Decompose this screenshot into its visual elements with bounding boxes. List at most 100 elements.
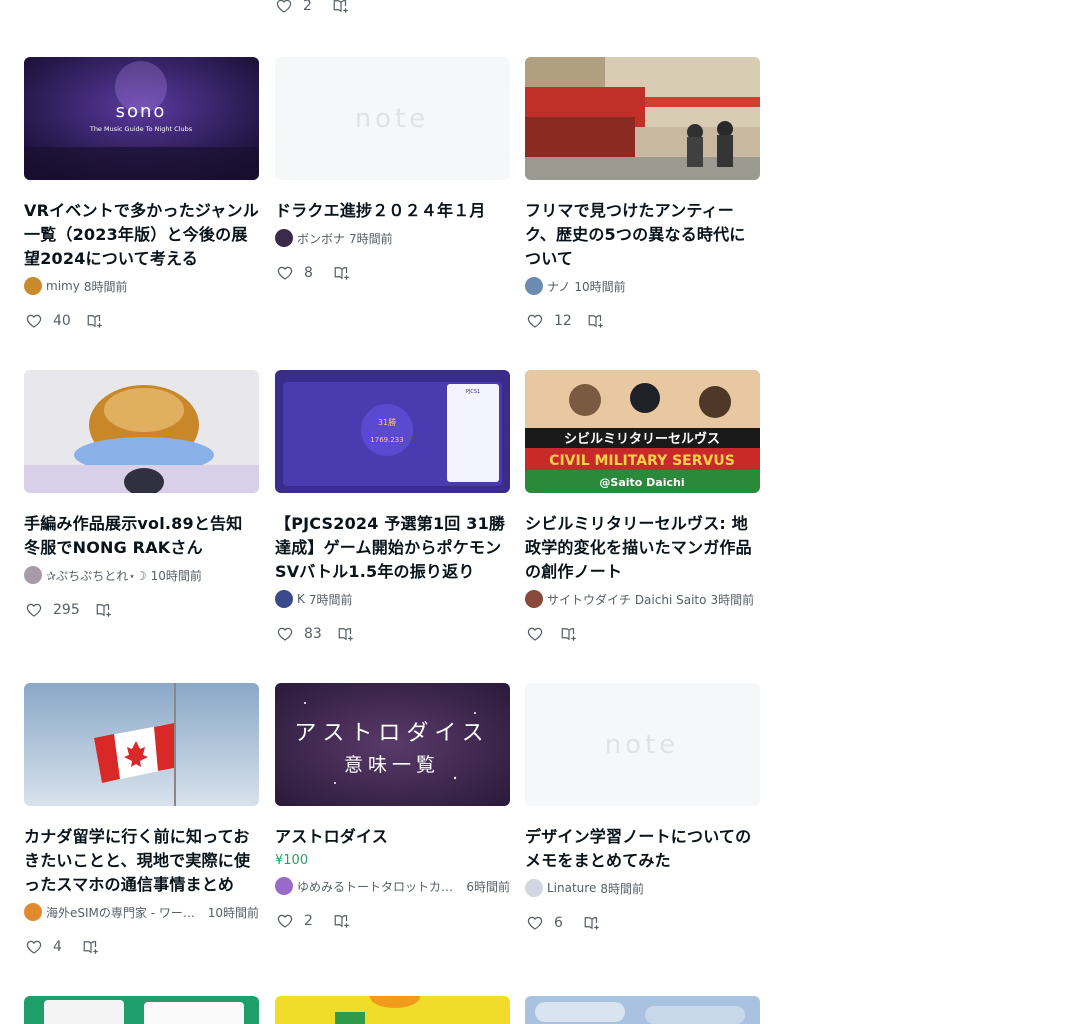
article-card[interactable]: アストロダイス 意味一覧 アストロダイス ¥100 ゆめみるトートタロットカード…	[275, 683, 510, 931]
save-to-magazine-button[interactable]	[81, 937, 101, 957]
author-name[interactable]: ボンボナ	[297, 230, 345, 247]
article-card[interactable]: 手編み作品展示vol.89と告知 冬服でNONG RAKさん ✰ぷちぷちとれ⋆☽…	[24, 370, 259, 620]
article-title[interactable]: アストロダイス	[275, 825, 510, 849]
article-actions: 295	[24, 600, 259, 620]
like-button[interactable]	[525, 624, 545, 644]
article-actions: 83	[275, 624, 510, 644]
note-logo: note	[355, 104, 430, 134]
published-time: 3時間前	[710, 592, 755, 607]
author-name[interactable]: Linature	[547, 881, 596, 895]
article-title[interactable]: ドラクエ進捗２０２４年１月	[275, 199, 510, 223]
thumb-title-en: CIVIL MILITARY SERVUS	[549, 453, 735, 469]
avatar[interactable]	[24, 566, 42, 584]
avatar[interactable]	[24, 277, 42, 295]
article-thumbnail[interactable]: アストロダイス 意味一覧	[275, 683, 510, 806]
avatar[interactable]	[525, 277, 543, 295]
article-title[interactable]: シビルミリタリーセルヴス: 地政学的変化を描いたマンガ作品の創作ノート	[525, 512, 760, 584]
save-to-magazine-button[interactable]	[332, 911, 352, 931]
thumb-wins: 31勝	[378, 417, 396, 427]
magazine-add-icon	[83, 941, 98, 954]
article-thumbnail[interactable]: sono The Music Guide To Night Clubs	[24, 57, 259, 180]
avatar[interactable]	[525, 590, 543, 608]
article-actions: 12	[525, 311, 760, 331]
magazine-add-icon	[588, 315, 603, 328]
save-to-magazine-button[interactable]	[94, 600, 114, 620]
article-thumbnail[interactable]	[24, 683, 259, 806]
previous-card-actions: 2	[274, 0, 351, 16]
thumbnail[interactable]	[24, 996, 259, 1024]
like-count: 8	[304, 265, 313, 281]
article-card[interactable]: note デザイン学習ノートについてのメモをまとめてみた Linature 8時…	[525, 683, 760, 933]
save-to-magazine-button[interactable]	[331, 0, 351, 16]
thumbnail[interactable]	[275, 996, 510, 1024]
save-to-magazine-button[interactable]	[582, 913, 602, 933]
article-card[interactable]: sono The Music Guide To Night Clubs VRイベ…	[24, 57, 259, 331]
thumb-rating: 1769.233	[370, 436, 403, 444]
author-name[interactable]: ナノ	[547, 278, 570, 295]
article-card[interactable]: カナダ留学に行く前に知っておきたいことと、現地で実際に使ったスマホの通信事情まと…	[24, 683, 259, 957]
thumbnail[interactable]	[525, 996, 760, 1024]
magazine-add-icon	[334, 915, 349, 928]
thumb-subtitle: 意味一覧	[344, 754, 440, 776]
avatar[interactable]	[275, 590, 293, 608]
thumb-title: sono	[116, 101, 167, 122]
like-button[interactable]	[275, 263, 295, 283]
author-name[interactable]: 海外eSIMの専門家 - ワールドeSIMサービス	[46, 904, 204, 921]
save-to-magazine-button[interactable]	[336, 624, 356, 644]
article-card[interactable]: フリマで見つけたアンティーク、歴史の5つの異なる時代について ナノ 10時間前 …	[525, 57, 760, 331]
article-card[interactable]: シビルミリタリーセルヴス CIVIL MILITARY SERVUS @Sait…	[525, 370, 760, 644]
magazine-add-icon	[584, 917, 599, 930]
save-to-magazine-button[interactable]	[332, 263, 352, 283]
published-time: 7時間前	[349, 231, 393, 246]
article-title[interactable]: フリマで見つけたアンティーク、歴史の5つの異なる時代について	[525, 199, 760, 271]
author-name[interactable]: サイトウダイチ Daichi Saito	[547, 591, 706, 608]
article-meta: Linature 8時間前	[525, 879, 760, 897]
article-meta: K 7時間前	[275, 590, 510, 608]
author-name[interactable]: K	[297, 592, 305, 606]
heart-icon	[527, 916, 543, 930]
article-title[interactable]: デザイン学習ノートについてのメモをまとめてみた	[525, 825, 760, 873]
article-thumbnail[interactable]: note	[275, 57, 510, 180]
avatar[interactable]	[24, 903, 42, 921]
author-name[interactable]: ✰ぷちぷちとれ⋆☽	[46, 567, 147, 584]
article-title[interactable]: 手編み作品展示vol.89と告知 冬服でNONG RAKさん	[24, 512, 259, 560]
like-button[interactable]	[24, 600, 44, 620]
article-meta: 海外eSIMの専門家 - ワールドeSIMサービス 10時間前	[24, 903, 259, 921]
note-logo: note	[605, 730, 680, 760]
like-button[interactable]	[275, 624, 295, 644]
article-thumbnail[interactable]: シビルミリタリーセルヴス CIVIL MILITARY SERVUS @Sait…	[525, 370, 760, 493]
like-count: 6	[554, 915, 563, 931]
like-count: 4	[53, 939, 62, 955]
avatar[interactable]	[525, 879, 543, 897]
magazine-add-icon	[96, 604, 111, 617]
like-button[interactable]	[525, 913, 545, 933]
published-time: 7時間前	[308, 592, 353, 607]
save-to-magazine-button[interactable]	[586, 311, 606, 331]
author-name[interactable]: mimy	[46, 279, 80, 293]
article-title[interactable]: VRイベントで多かったジャンル一覧（2023年版）と今後の展望2024について考…	[24, 199, 259, 271]
heart-icon	[527, 314, 543, 328]
like-button[interactable]	[274, 0, 294, 16]
published-time: 10時間前	[150, 568, 202, 583]
avatar[interactable]	[275, 877, 293, 895]
like-button[interactable]	[275, 911, 295, 931]
next-row-thumbnails	[24, 996, 760, 1024]
save-to-magazine-button[interactable]	[559, 624, 579, 644]
article-thumbnail[interactable]	[525, 57, 760, 180]
avatar[interactable]	[275, 229, 293, 247]
like-button[interactable]	[24, 311, 44, 331]
article-title[interactable]: 【PJCS2024 予選第1回 31勝達成】ゲーム開始からポケモンSVバトル1.…	[275, 512, 510, 584]
article-title[interactable]: カナダ留学に行く前に知っておきたいことと、現地で実際に使ったスマホの通信事情まと…	[24, 825, 259, 897]
magazine-add-icon	[561, 628, 576, 641]
like-button[interactable]	[525, 311, 545, 331]
article-card[interactable]: 31勝 1769.233 PJCS1 【PJCS2024 予選第1回 31勝達成…	[275, 370, 510, 644]
article-thumbnail[interactable]: 31勝 1769.233 PJCS1	[275, 370, 510, 493]
article-card[interactable]: note ドラクエ進捗２０２４年１月 ボンボナ 7時間前 8	[275, 57, 510, 283]
article-meta: ナノ 10時間前	[525, 277, 760, 295]
article-thumbnail[interactable]	[24, 370, 259, 493]
like-button[interactable]	[24, 937, 44, 957]
article-thumbnail[interactable]: note	[525, 683, 760, 806]
save-to-magazine-button[interactable]	[85, 311, 105, 331]
thumb-title-ja: シビルミリタリーセルヴス	[564, 431, 720, 447]
author-name[interactable]: ゆめみるトートタロットカード	[297, 878, 462, 895]
